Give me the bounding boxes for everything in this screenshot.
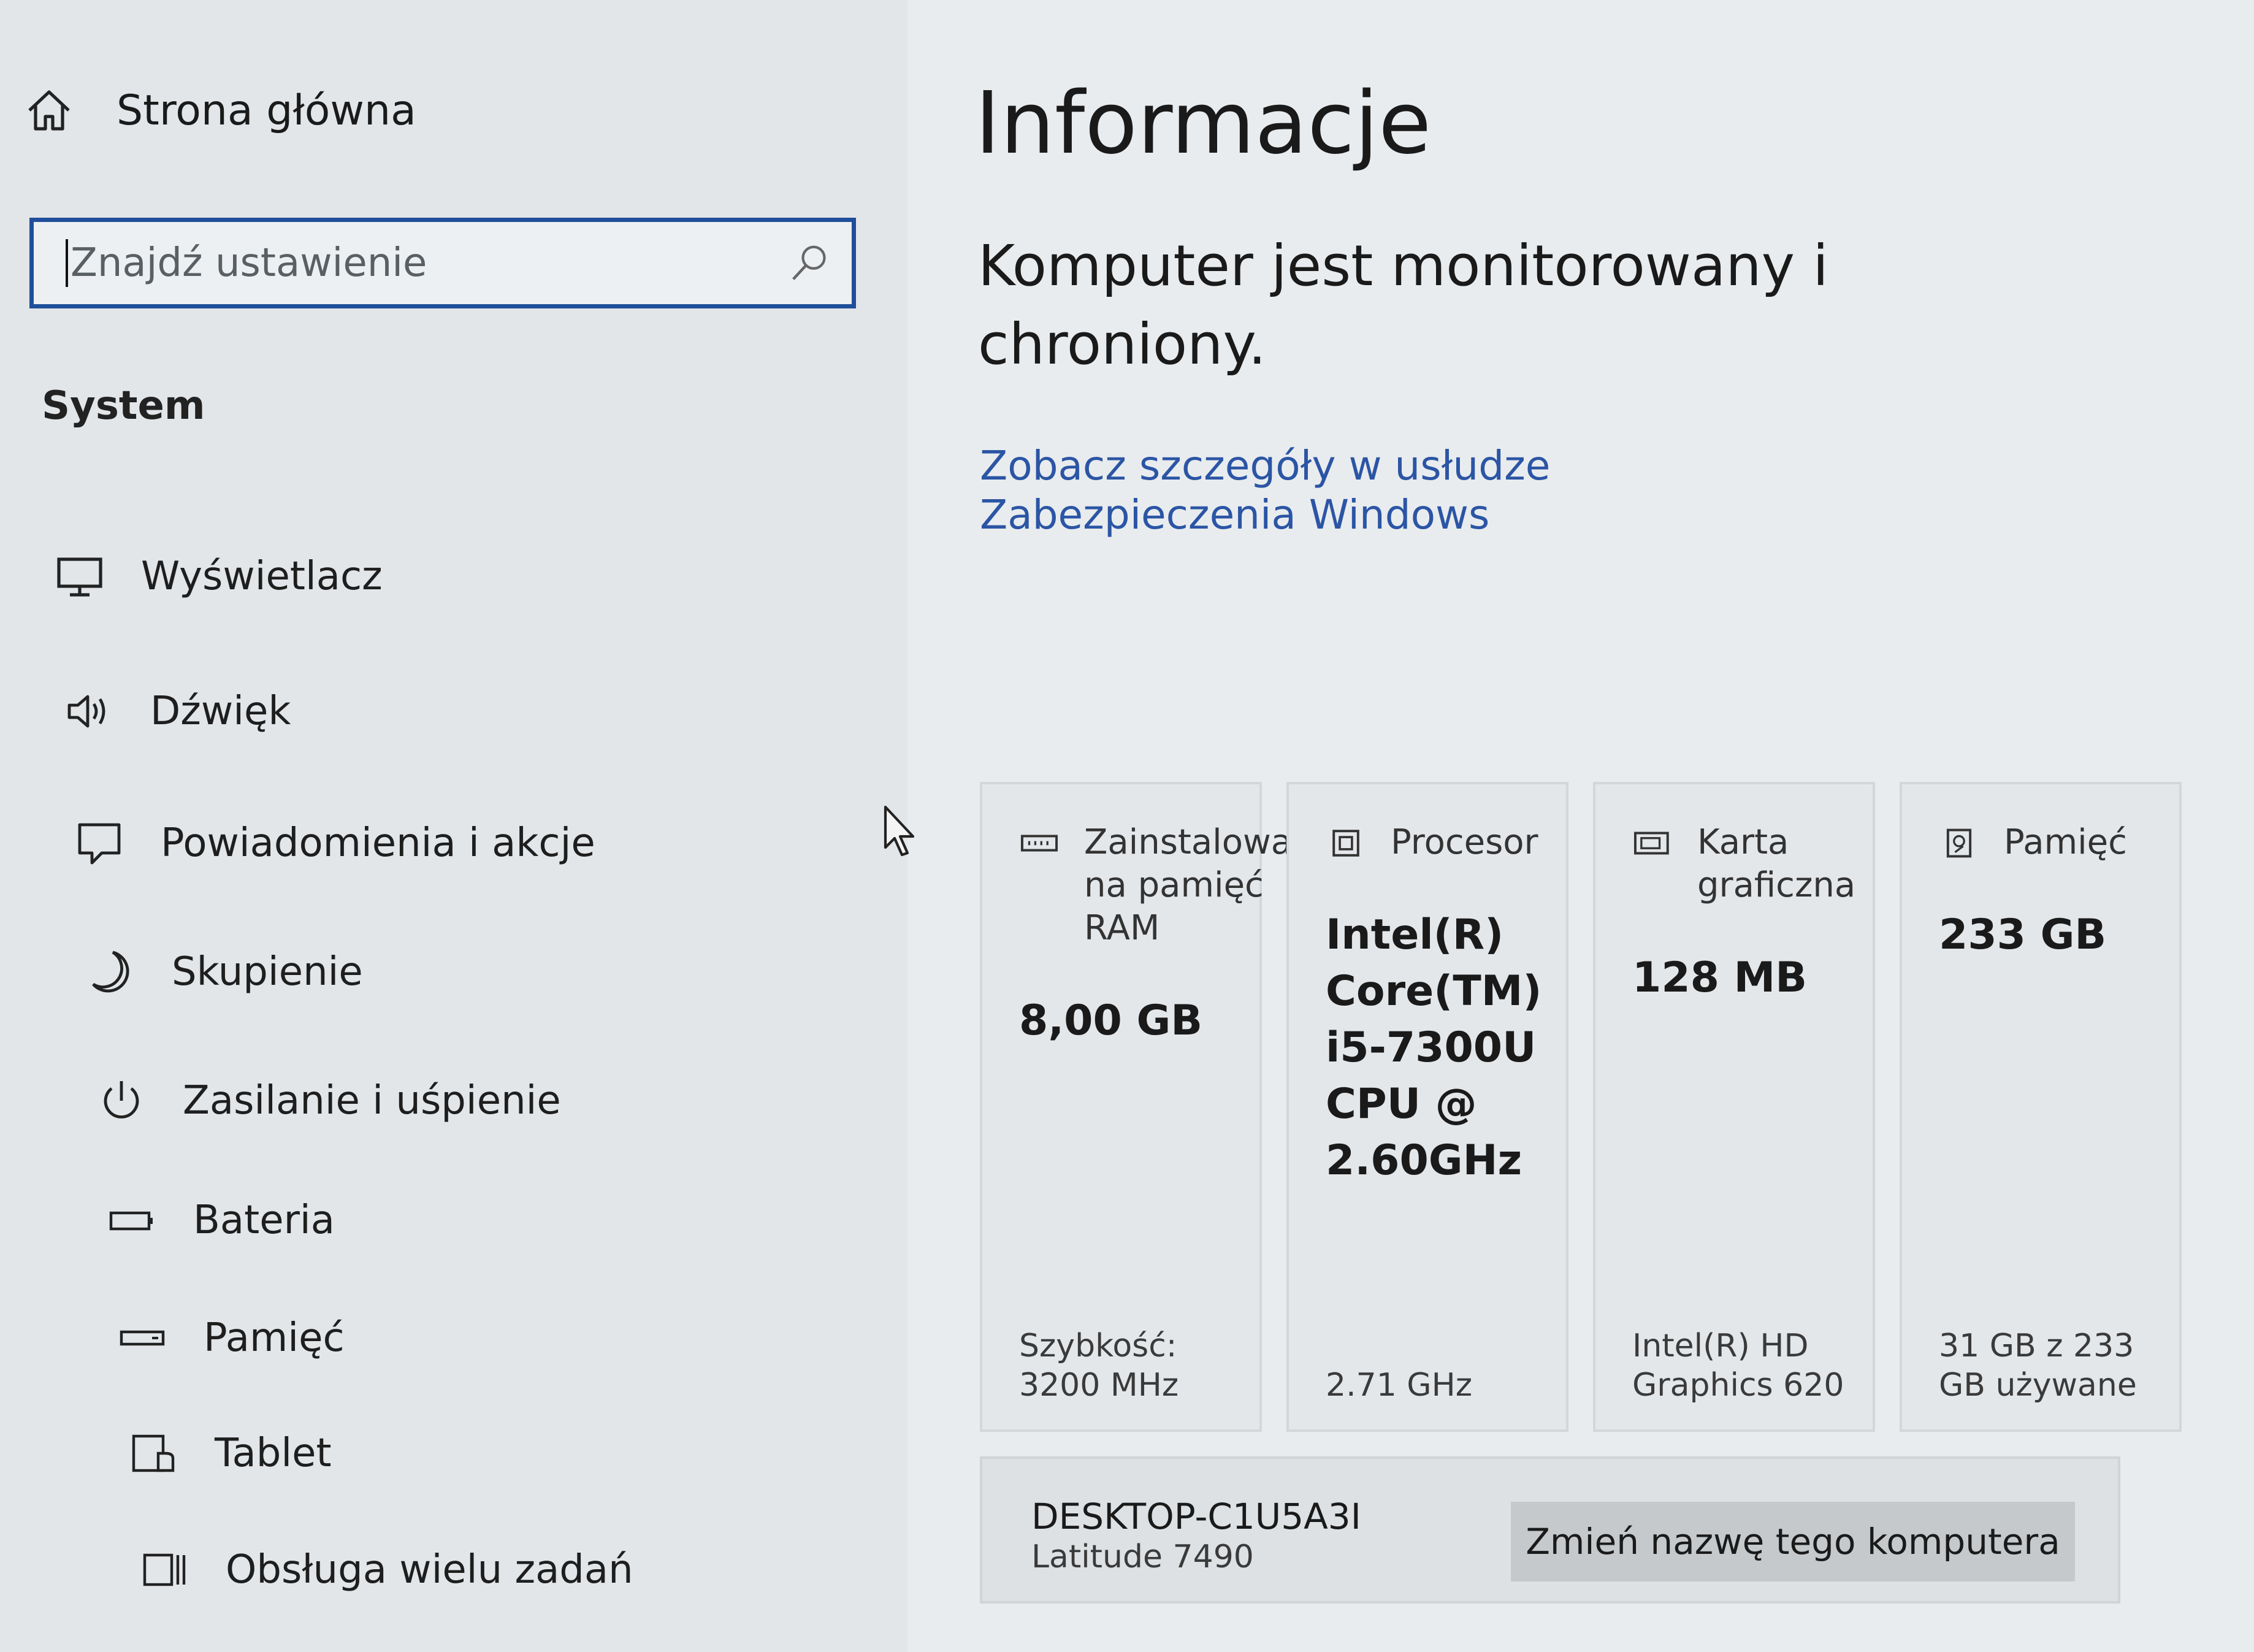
sidebar-item-label: Obsługa wielu zadań bbox=[226, 1547, 633, 1593]
card-title: Procesor bbox=[1391, 822, 1538, 862]
ram-card: Zainstalowana na pamięć RAM 8,00 GB Szyb… bbox=[980, 782, 1335, 1432]
sidebar: Strona główna System Wyświetlacz bbox=[0, 0, 907, 1652]
section-title-system: System bbox=[42, 383, 205, 429]
card-value: 233 GB bbox=[1939, 911, 2107, 959]
card-title: Pamięć bbox=[2004, 822, 2127, 862]
graphics-card: Karta graficzna 128 MB Intel(R) HD Graph… bbox=[1593, 782, 1875, 1432]
moon-icon bbox=[92, 950, 129, 993]
home-link[interactable]: Strona główna bbox=[25, 86, 416, 135]
storage-icon bbox=[120, 1330, 165, 1346]
device-specs-cards: Zainstalowana na pamięć RAM 8,00 GB Szyb… bbox=[980, 782, 2182, 1432]
sidebar-item-focus[interactable]: Skupienie bbox=[86, 947, 363, 996]
card-detail: 2.71 GHz bbox=[1326, 1367, 1473, 1404]
main-content: Informacje Komputer jest monitorowany i … bbox=[907, 0, 2254, 1652]
card-detail: 31 GB z 233 GB używane bbox=[1939, 1328, 2137, 1404]
security-details-link[interactable]: Zobacz szczegóły w usłudze Zabezpieczeni… bbox=[980, 442, 1838, 540]
card-value: 8,00 GB bbox=[1019, 996, 1203, 1045]
sidebar-item-storage[interactable]: Pamięć bbox=[118, 1314, 345, 1363]
sidebar-item-label: Skupienie bbox=[172, 949, 363, 995]
sidebar-item-label: Zasilanie i uśpienie bbox=[183, 1078, 561, 1123]
card-header: Procesor bbox=[1326, 821, 1542, 864]
sidebar-item-battery[interactable]: Bateria bbox=[107, 1196, 335, 1245]
card-value: 128 MB bbox=[1632, 954, 1808, 1002]
card-header: Pamięć bbox=[1939, 821, 2155, 864]
search-box[interactable] bbox=[29, 218, 856, 308]
card-value: Intel(R) Core(TM) i5-7300U CPU @ 2.60GHz bbox=[1326, 911, 1542, 1185]
device-name-panel: DESKTOP-C1U5A3I Latitude 7490 Zmień nazw… bbox=[980, 1456, 2120, 1604]
tablet-icon bbox=[132, 1434, 175, 1472]
sidebar-item-label: Tablet bbox=[215, 1431, 332, 1476]
sidebar-item-label: Wyświetlacz bbox=[141, 554, 383, 599]
search-input[interactable] bbox=[68, 240, 788, 286]
sidebar-item-label: Dźwięk bbox=[150, 689, 291, 734]
graphics-card-icon bbox=[1633, 832, 1669, 855]
sidebar-item-notifications[interactable]: Powiadomienia i akcje bbox=[75, 819, 595, 868]
home-label: Strona główna bbox=[117, 86, 416, 135]
sidebar-item-sound[interactable]: Dźwięk bbox=[64, 687, 291, 736]
power-icon bbox=[104, 1081, 139, 1119]
sidebar-item-multitasking[interactable]: Obsługa wielu zadań bbox=[140, 1545, 633, 1594]
storage-card: Pamięć 233 GB 31 GB z 233 GB używane bbox=[1900, 782, 2182, 1432]
notification-icon bbox=[78, 823, 121, 865]
monitor-icon bbox=[57, 557, 102, 597]
battery-icon bbox=[109, 1211, 153, 1231]
search-icon[interactable] bbox=[788, 242, 831, 285]
card-detail: Intel(R) HD Graphics 620 bbox=[1632, 1328, 1844, 1404]
sidebar-item-label: Powiadomienia i akcje bbox=[161, 820, 595, 866]
card-header: Karta graficzna bbox=[1632, 821, 1855, 907]
sidebar-item-label: Pamięć bbox=[204, 1315, 345, 1361]
ram-icon bbox=[1020, 835, 1058, 852]
sidebar-item-display[interactable]: Wyświetlacz bbox=[55, 552, 383, 601]
device-name: DESKTOP-C1U5A3I bbox=[1031, 1496, 1361, 1537]
processor-icon bbox=[1332, 830, 1359, 857]
sidebar-item-power[interactable]: Zasilanie i uśpienie bbox=[97, 1076, 561, 1125]
sidebar-item-tablet[interactable]: Tablet bbox=[129, 1429, 332, 1478]
home-icon bbox=[28, 90, 70, 131]
speaker-icon bbox=[67, 695, 105, 728]
card-detail: Szybkość: 3200 MHz bbox=[1019, 1328, 1179, 1404]
security-status-text: Komputer jest monitorowany i chroniony. bbox=[978, 233, 1828, 377]
rename-pc-button[interactable]: Zmień nazwę tego komputera bbox=[1511, 1502, 2075, 1581]
card-title: Karta graficzna bbox=[1697, 822, 1856, 905]
disk-icon bbox=[1946, 828, 1972, 858]
processor-card: Procesor Intel(R) Core(TM) i5-7300U CPU … bbox=[1286, 782, 1568, 1432]
sidebar-item-label: Bateria bbox=[193, 1198, 335, 1243]
mouse-cursor-icon bbox=[884, 805, 915, 857]
card-header: Zainstalowana na pamięć RAM bbox=[1019, 821, 1335, 950]
multitasking-icon bbox=[143, 1553, 186, 1586]
page-title: Informacje bbox=[975, 74, 1432, 174]
device-model: Latitude 7490 bbox=[1031, 1539, 1254, 1575]
settings-window: Strona główna System Wyświetlacz bbox=[0, 0, 2254, 1652]
